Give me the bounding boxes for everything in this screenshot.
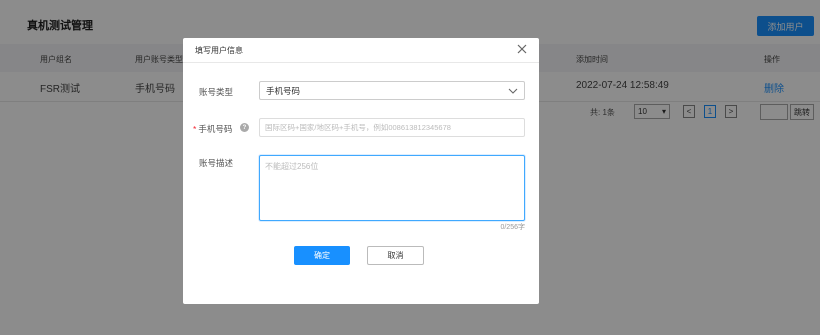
cancel-button[interactable]: 取消 [367,246,424,265]
phone-label: 手机号码 [198,124,233,134]
user-info-modal: 填写用户信息 账号类型 手机号码 *手机号码 ? 账号描述 0/256字 确定 … [183,38,539,304]
account-type-label: 账号类型 [199,87,234,97]
chevron-down-icon [508,88,518,94]
modal-title: 填写用户信息 [195,46,243,55]
close-icon[interactable] [515,42,529,56]
confirm-button[interactable]: 确定 [294,246,350,265]
phone-label-wrap: * 手机号码 [193,123,232,135]
required-mark: * [193,124,197,134]
character-counter: 0/256字 [500,224,525,231]
description-label: 账号描述 [199,158,234,168]
modal-header-divider [183,62,539,63]
phone-input[interactable] [259,118,525,137]
help-icon[interactable]: ? [240,123,249,132]
account-type-value: 手机号码 [266,85,301,96]
account-type-select[interactable]: 手机号码 [259,81,525,100]
description-textarea[interactable] [259,155,525,221]
